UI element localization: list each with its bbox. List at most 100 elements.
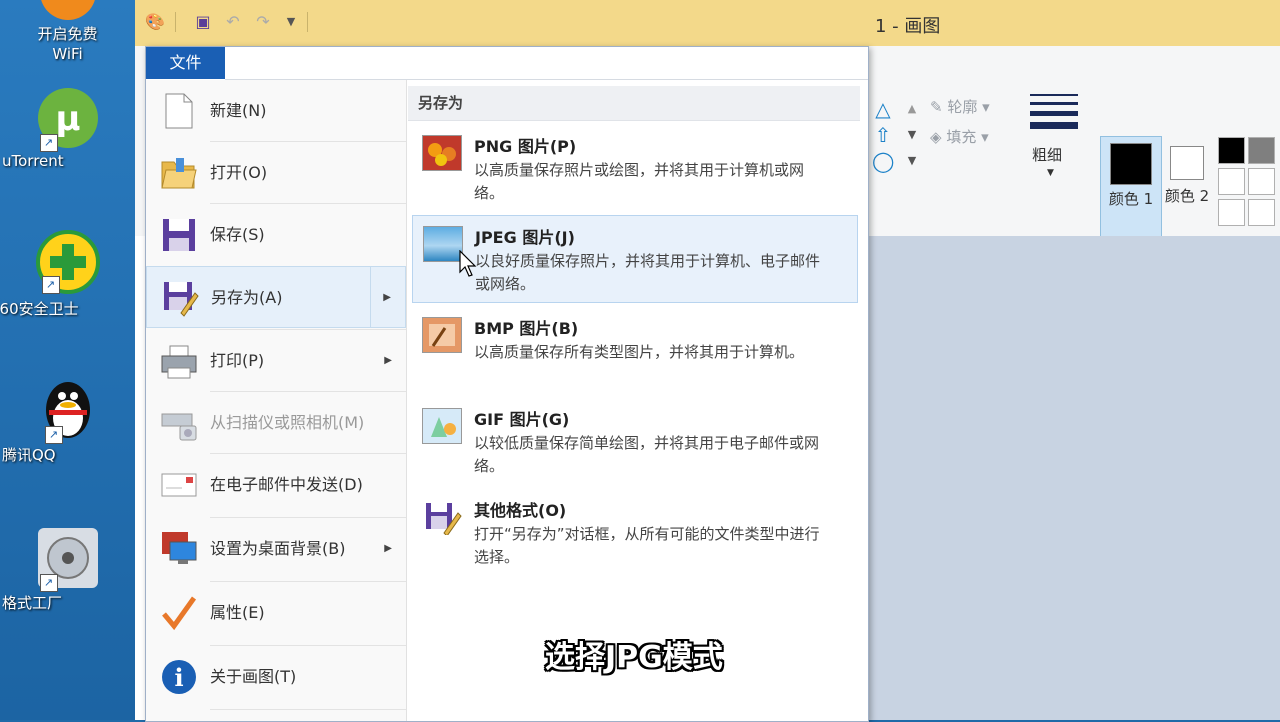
menu-item-open[interactable]: 打开(O) <box>146 142 406 204</box>
bmp-image-icon <box>422 317 462 353</box>
desktop-icon-qq[interactable]: ↗ 腾讯QQ <box>0 378 135 465</box>
menu-item-scanner: 从扫描仪或照相机(M) <box>146 392 406 454</box>
palette-swatch[interactable] <box>1248 168 1275 195</box>
paint-app-icon[interactable]: 🎨 <box>145 12 165 32</box>
scroll-up-icon[interactable]: ▲ <box>901 98 923 120</box>
menu-item-new[interactable]: 新建(N) <box>146 80 406 142</box>
open-folder-icon <box>160 154 198 192</box>
undo-icon[interactable]: ↶ <box>223 12 243 32</box>
menu-item-save[interactable]: 保存(S) <box>146 204 406 266</box>
divider <box>210 581 406 582</box>
divider <box>210 645 406 646</box>
arrow-shape-icon[interactable]: ⇧ <box>872 124 894 146</box>
menu-item-desktop-background[interactable]: 设置为桌面背景(B) ▶ <box>146 518 406 580</box>
desktop-icon-wifi[interactable]: 开启免费 WiFi <box>0 0 135 64</box>
menu-item-properties[interactable]: 属性(E) <box>146 582 406 644</box>
divider <box>210 203 406 204</box>
customize-toolbar-icon[interactable]: ▼ <box>281 12 301 32</box>
divider <box>210 453 406 454</box>
menu-item-label: 在电子邮件中发送(D) <box>210 475 363 494</box>
size-button[interactable]: 粗细 ▼ <box>1015 86 1085 196</box>
shortcut-arrow-icon: ↗ <box>39 574 58 592</box>
submenu-header: 另存为 <box>408 86 860 121</box>
palette-swatch[interactable] <box>1248 137 1275 164</box>
desktop-icon-label: 腾讯QQ <box>2 446 56 464</box>
palette-swatch[interactable] <box>1248 199 1275 226</box>
svg-text:i: i <box>174 663 183 692</box>
save-as-png[interactable]: PNG 图片(P) 以高质量保存照片或绘图，并将其用于计算机或网络。 <box>412 125 858 213</box>
palette-swatch[interactable] <box>1218 137 1245 164</box>
email-icon <box>160 466 198 504</box>
palette-swatch[interactable] <box>1218 199 1245 226</box>
desktop-background-icon <box>160 530 198 568</box>
gif-image-icon <box>422 408 462 444</box>
menu-item-label: 从扫描仪或照相机(M) <box>210 413 365 432</box>
desktop-icon-format-factory[interactable]: ↗ 格式工厂 <box>0 528 135 613</box>
fill-label: 填充 <box>946 128 977 146</box>
color1-label: 颜色 1 <box>1108 190 1154 208</box>
color2-label: 颜色 2 <box>1164 187 1210 205</box>
format-name: GIF 图片(G) <box>474 410 570 429</box>
menu-item-label: 关于画图(T) <box>210 667 297 686</box>
png-image-icon <box>422 135 462 171</box>
expand-shapes-icon[interactable]: ▼ <box>901 150 923 172</box>
chevron-right-icon: ▶ <box>384 355 392 366</box>
format-description: 以良好质量保存照片，并将其用于计算机、电子邮件或网络。 <box>475 252 821 293</box>
color1-button[interactable]: 颜色 1 <box>1100 136 1162 246</box>
redo-icon[interactable]: ↷ <box>253 12 273 32</box>
color2-button[interactable]: 颜色 2 <box>1157 136 1217 244</box>
desktop-icon-label: 格式工厂 <box>2 594 63 612</box>
divider <box>210 329 406 330</box>
menu-item-email[interactable]: 在电子邮件中发送(D) <box>146 454 406 516</box>
callout-shape-icon[interactable]: ◯ <box>872 150 894 172</box>
pencil-icon: ✎ <box>930 98 943 116</box>
save-as-bmp[interactable]: BMP 图片(B) 以高质量保存所有类型图片，并将其用于计算机。 <box>412 307 858 395</box>
save-as-gif[interactable]: GIF 图片(G) 以较低质量保存简单绘图，并将其用于电子邮件或网络。 <box>412 398 858 486</box>
save-as-submenu: 另存为 PNG 图片(P) 以高质量保存照片或绘图，并将其用于计算机或网络。 J… <box>408 80 868 721</box>
window-title: 1 - 画图 <box>875 16 941 37</box>
format-description: 以高质量保存照片或绘图，并将其用于计算机或网络。 <box>474 161 805 202</box>
fill-button[interactable]: ◈ 填充 ▾ <box>930 126 989 147</box>
video-subtitle: 选择JPG模式 <box>545 640 723 675</box>
save-icon[interactable]: ▣ <box>193 12 213 32</box>
chevron-right-icon: ▶ <box>384 543 392 554</box>
mouse-cursor-icon <box>459 249 479 282</box>
menu-item-label: 保存(S) <box>210 225 265 244</box>
info-icon: i <box>160 658 198 696</box>
print-icon <box>160 342 198 380</box>
menu-item-about[interactable]: i 关于画图(T) <box>146 646 406 708</box>
qq-penguin-icon: ↗ <box>43 378 93 444</box>
size-label: 粗细 <box>1032 146 1063 164</box>
format-name: BMP 图片(B) <box>474 319 579 338</box>
new-file-icon <box>160 92 198 130</box>
title-bar: 🎨 ▣ ↶ ↷ ▼ 1 - 画图 <box>135 0 1280 46</box>
format-description: 以较低质量保存简单绘图，并将其用于电子邮件或网络。 <box>474 434 820 475</box>
format-name: JPEG 图片(J) <box>475 228 575 247</box>
menu-item-label: 新建(N) <box>210 101 267 120</box>
menu-item-label: 设置为桌面背景(B) <box>210 539 346 558</box>
file-tab[interactable]: 文件 <box>146 47 225 79</box>
palette-swatch[interactable] <box>1218 168 1245 195</box>
save-as-icon <box>161 279 199 317</box>
save-as-other[interactable]: 其他格式(O) 打开“另存为”对话框，从所有可能的文件类型中进行选择。 <box>412 489 858 577</box>
menu-item-print[interactable]: 打印(P) ▶ <box>146 330 406 392</box>
format-description: 以高质量保存所有类型图片，并将其用于计算机。 <box>474 343 805 361</box>
outline-button[interactable]: ✎ 轮廓 ▾ <box>930 96 990 117</box>
menu-item-label: 打印(P) <box>210 351 265 370</box>
desktop-icon-label: 开启免费 WiFi <box>37 25 98 63</box>
desktop-icon-utorrent[interactable]: µ ↗ uTorrent <box>0 88 135 170</box>
desktop-icon-360[interactable]: ↗ 360安全卫士 <box>0 230 135 319</box>
triangle-shape-icon[interactable]: △ <box>872 98 894 120</box>
divider <box>307 12 308 32</box>
chevron-down-icon: ▼ <box>1047 168 1054 178</box>
menu-item-save-as[interactable]: 另存为(A) ▶ <box>146 266 406 328</box>
shortcut-arrow-icon: ↗ <box>41 276 60 294</box>
utorrent-icon: µ ↗ <box>37 88 98 152</box>
360-safe-icon: ↗ <box>35 230 100 294</box>
jpeg-image-icon <box>423 226 463 262</box>
scroll-down-icon[interactable]: ▼ <box>901 124 923 146</box>
file-menu-commands: 新建(N) 打开(O) 保存(S) 另存为(A) ▶ 打印(P) ▶ 从扫描仪或… <box>146 80 407 721</box>
stroke-width-icon <box>1030 94 1078 135</box>
divider <box>175 12 176 32</box>
other-format-icon <box>422 499 462 537</box>
